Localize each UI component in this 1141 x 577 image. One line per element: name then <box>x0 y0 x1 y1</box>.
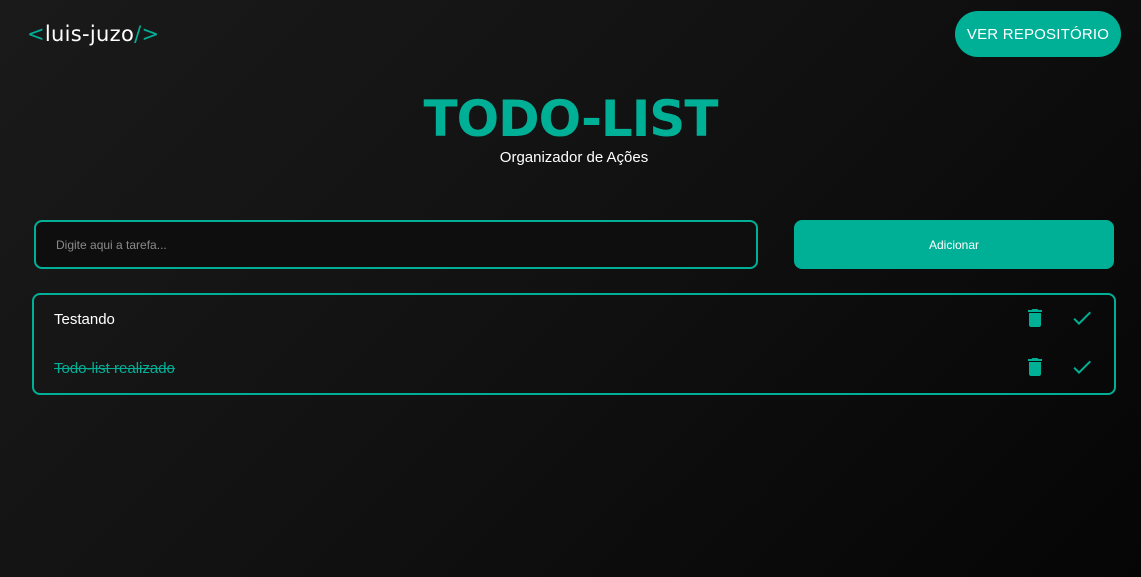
trash-icon <box>1023 306 1047 330</box>
delete-task-button[interactable] <box>1023 355 1047 379</box>
task-item: Testando <box>34 300 1114 340</box>
logo-open-bracket: < <box>27 22 45 46</box>
check-icon <box>1070 355 1094 379</box>
task-list: Testando Todo-list realizado <box>32 293 1116 395</box>
add-task-button[interactable]: Adicionar <box>794 220 1114 269</box>
task-input[interactable] <box>34 220 758 269</box>
task-item: Todo-list realizado <box>34 349 1114 389</box>
task-text: Testando <box>54 311 115 328</box>
complete-task-button[interactable] <box>1070 306 1094 330</box>
page-title: TODO-LIST <box>423 90 719 148</box>
logo-name: luis-juzo <box>44 22 135 46</box>
page-subtitle: Organizador de Ações <box>499 149 649 166</box>
trash-icon <box>1023 355 1047 379</box>
check-icon <box>1070 306 1094 330</box>
view-repository-button[interactable]: VER REPOSITÓRIO <box>955 11 1121 57</box>
task-text-completed: Todo-list realizado <box>54 360 175 377</box>
logo-close-bracket: /> <box>134 22 160 46</box>
delete-task-button[interactable] <box>1023 306 1047 330</box>
logo: <luis-juzo/> <box>27 22 159 46</box>
page: <luis-juzo/> VER REPOSITÓRIO TODO-LIST O… <box>0 0 1141 577</box>
complete-task-button[interactable] <box>1070 355 1094 379</box>
